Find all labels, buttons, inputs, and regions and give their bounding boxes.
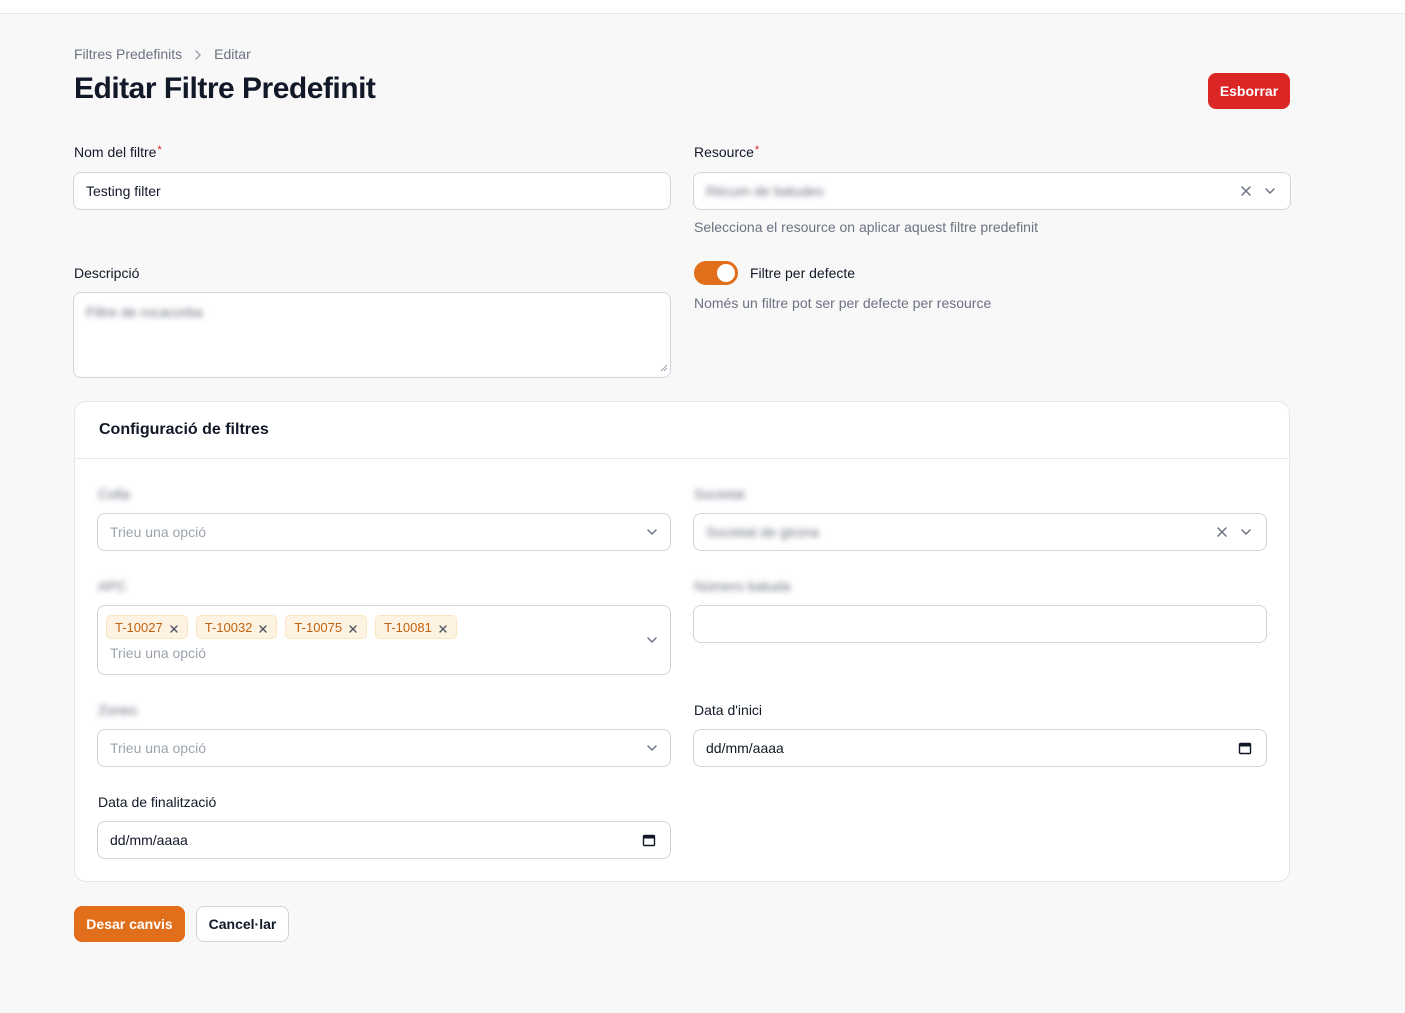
start-date-placeholder: dd/mm/aaaa [706,740,784,756]
societat-select[interactable]: Societat de girona [693,513,1267,551]
close-icon[interactable] [1215,525,1229,539]
description-value: Filtre de rocacorba [86,304,203,320]
resource-label-text: Resource [694,144,754,160]
apc-chip: T-10032 [195,615,278,639]
societat-value: Societat de girona [706,524,819,540]
name-input-value: Testing filter [86,183,161,199]
numero-batuda-label: Número batuda [694,578,791,594]
end-date-input[interactable]: dd/mm/aaaa [97,821,671,859]
numero-batuda-input[interactable] [693,605,1267,643]
zones-select[interactable]: Trieu una opció [97,729,671,767]
end-date-placeholder: dd/mm/aaaa [110,832,188,848]
default-filter-helper: Només un filtre pot ser per defecte per … [694,295,992,311]
top-bar [0,0,1405,14]
close-icon[interactable] [438,622,448,633]
close-icon[interactable] [258,622,268,633]
close-icon[interactable] [348,622,358,633]
breadcrumb: Filtres Predefinits Editar [74,46,251,62]
calendar-icon[interactable] [1238,741,1252,755]
zones-label: Zones [98,702,137,718]
start-date-input[interactable]: dd/mm/aaaa [693,729,1267,767]
close-icon[interactable] [169,622,179,633]
resource-helper-text: Selecciona el resource on aplicar aquest… [694,219,1038,235]
apc-chip-label: T-10081 [384,619,432,635]
apc-chip: T-10075 [285,615,368,639]
required-mark: * [754,144,760,156]
chevron-right-icon [192,48,204,60]
apc-chip-label: T-10075 [294,619,343,635]
default-filter-label: Filtre per defecte [750,265,856,281]
filters-card-header: Configuració de filtres [75,402,1289,459]
default-filter-toggle[interactable] [694,261,738,285]
apc-chip: T-10027 [106,615,188,639]
chevron-down-icon[interactable] [1263,184,1277,198]
resource-select-value: Rècum de batudes [706,183,824,199]
resource-select[interactable]: Rècum de batudes [693,172,1291,210]
apc-placeholder: Trieu una opció [110,645,206,661]
start-date-label: Data d'inici [694,702,763,718]
chevron-down-icon[interactable] [1239,525,1253,539]
name-field-label: Nom del filtre* [74,144,162,160]
apc-chip: T-10081 [375,615,457,639]
name-label-text: Nom del filtre [74,144,157,160]
breadcrumb-current: Editar [214,46,251,62]
colla-label: Colla [98,486,130,502]
chevron-down-icon[interactable] [645,741,659,755]
chevron-down-icon[interactable] [645,633,659,647]
apc-multiselect[interactable]: T-10027 T-10032 T-10075 T-10081 Trieu un… [97,605,671,675]
calendar-icon[interactable] [642,833,656,847]
cancel-button[interactable]: Cancel·lar [196,906,289,942]
save-button[interactable]: Desar canvis [74,906,185,942]
breadcrumb-parent-link[interactable]: Filtres Predefinits [74,46,182,62]
filters-card-title: Configuració de filtres [99,421,269,438]
apc-chip-label: T-10027 [115,619,163,635]
colla-select[interactable]: Trieu una opció [97,513,671,551]
delete-button[interactable]: Esborrar [1208,73,1290,109]
page-title: Editar Filtre Predefinit [74,72,376,105]
description-label: Descripció [74,265,140,281]
resource-field-label: Resource* [694,144,759,160]
apc-label: APC [98,578,127,594]
toggle-knob [717,264,735,282]
name-input[interactable]: Testing filter [73,172,671,210]
societat-label: Societat [694,486,745,502]
apc-chip-label: T-10032 [204,619,253,635]
close-icon[interactable] [1239,184,1253,198]
colla-placeholder: Trieu una opció [110,524,206,540]
chevron-down-icon[interactable] [645,525,659,539]
end-date-label: Data de finalització [98,794,217,810]
required-mark: * [157,144,162,156]
description-textarea[interactable]: Filtre de rocacorba [73,292,671,378]
apc-chip-list: T-10027 T-10032 T-10075 T-10081 [106,615,662,639]
resize-handle-icon[interactable] [660,359,668,375]
zones-placeholder: Trieu una opció [110,740,206,756]
